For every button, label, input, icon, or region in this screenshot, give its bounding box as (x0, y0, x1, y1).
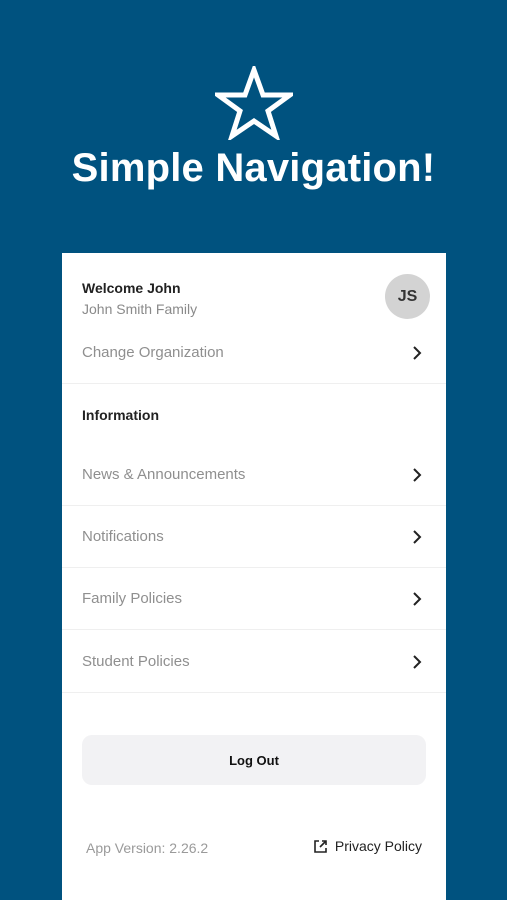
navigation-panel: Welcome John John Smith Family JS Change… (62, 253, 446, 900)
student-policies-item[interactable]: Student Policies (62, 631, 446, 693)
chevron-right-icon (413, 591, 422, 606)
chevron-right-icon (413, 467, 422, 482)
app-version: App Version: 2.26.2 (86, 840, 209, 856)
family-name: John Smith Family (82, 301, 198, 317)
change-organization-item[interactable]: Change Organization (62, 322, 446, 384)
notifications-label: Notifications (82, 528, 164, 545)
chevron-right-icon (413, 529, 422, 544)
family-policies-label: Family Policies (82, 590, 183, 607)
privacy-policy-label: Privacy Policy (334, 838, 422, 854)
avatar[interactable]: JS (385, 274, 430, 319)
star-icon (215, 66, 293, 140)
notifications-item[interactable]: Notifications (62, 506, 446, 568)
student-policies-label: Student Policies (82, 653, 190, 670)
family-policies-item[interactable]: Family Policies (62, 568, 446, 630)
welcome-text: Welcome John (82, 280, 181, 296)
user-info: Welcome John John Smith Family (82, 280, 197, 317)
chevron-right-icon (413, 345, 422, 360)
hero-title: Simple Navigation! (71, 146, 436, 190)
news-announcements-item[interactable]: News & Announcements (62, 444, 446, 506)
external-link-icon (314, 839, 327, 853)
chevron-right-icon (413, 654, 422, 669)
information-section-title: Information (82, 407, 159, 423)
hero-banner: Simple Navigation! (0, 0, 507, 253)
news-announcements-label: News & Announcements (82, 466, 246, 483)
privacy-policy-link[interactable]: Privacy Policy (313, 838, 422, 854)
change-organization-label: Change Organization (82, 344, 224, 361)
log-out-button[interactable]: Log Out (82, 735, 426, 785)
